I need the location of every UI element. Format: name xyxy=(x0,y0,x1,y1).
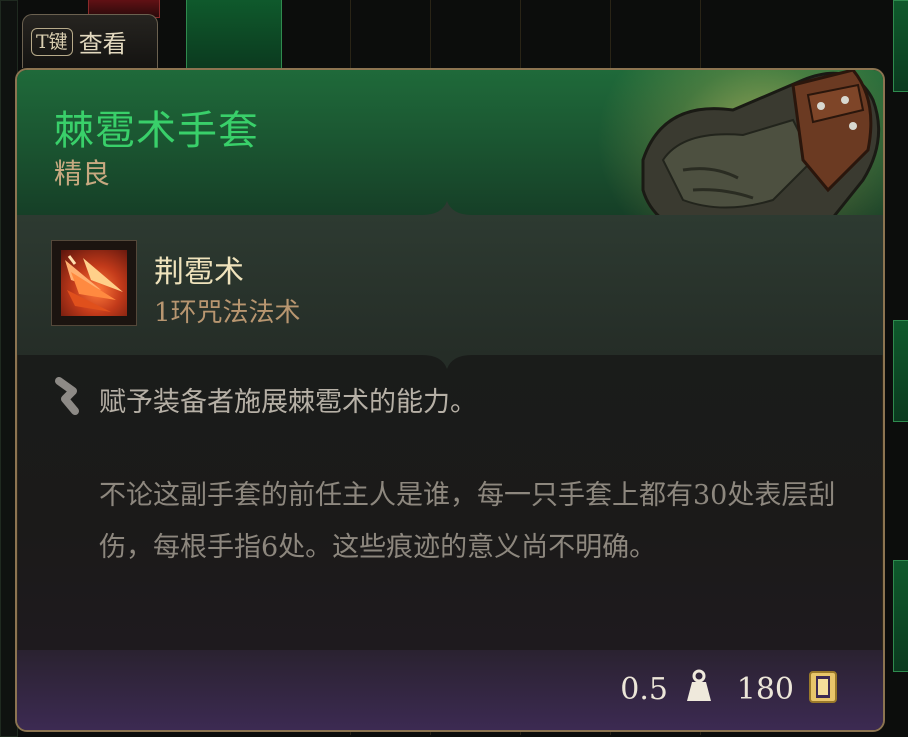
inventory-slot[interactable] xyxy=(186,0,282,70)
description-section: 赋予装备者施展棘雹术的能力。 不论这副手套的前任主人是谁，每一只手套上都有30处… xyxy=(17,355,883,650)
passive-feature-icon xyxy=(55,377,79,415)
tooltip-footer: 0.5 180 xyxy=(17,650,883,730)
tooltip-header: 棘雹术手套 精良 xyxy=(17,70,883,290)
granted-spell-row[interactable]: 荆雹术 1环咒法法术 xyxy=(17,201,883,355)
hail-of-thorns-spell-icon[interactable] xyxy=(51,240,137,326)
item-flavor-text: 不论这副手套的前任主人是谁，每一只手套上都有30处表层刮伤，每根手指6处。这些痕… xyxy=(99,480,836,563)
inspect-hotkey-hint[interactable]: T键 查看 xyxy=(22,14,158,68)
item-rarity: 精良 xyxy=(54,157,111,190)
hotkey-label: 查看 xyxy=(78,30,127,58)
gold-coin-icon xyxy=(809,671,837,703)
inventory-slot[interactable] xyxy=(893,320,908,422)
inventory-slot[interactable] xyxy=(893,0,908,92)
item-weight: 0.5 xyxy=(620,672,668,707)
item-name: 棘雹术手套 xyxy=(54,108,259,154)
item-description: 赋予装备者施展棘雹术的能力。 xyxy=(99,387,477,418)
spell-type: 1环咒法法术 xyxy=(154,298,301,328)
spell-name: 荆雹术 xyxy=(154,255,244,290)
section-divider-notch xyxy=(422,201,472,215)
item-price: 180 xyxy=(736,672,794,707)
inventory-slot[interactable] xyxy=(893,560,908,672)
item-tooltip: 棘雹术手套 精良 荆雹术 1环咒法法术 赋予装备者施展棘雹术的能力。 不论这副手… xyxy=(15,68,885,732)
section-divider-notch xyxy=(422,355,472,369)
hotkey-badge: T键 xyxy=(31,27,73,56)
weight-icon xyxy=(687,669,711,701)
